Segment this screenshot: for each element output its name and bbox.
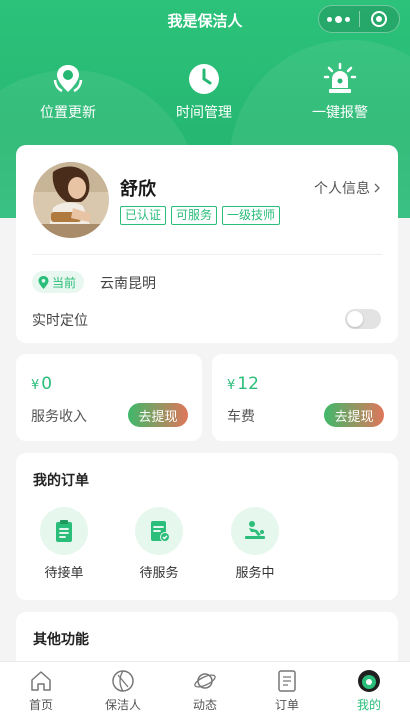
more-dots-icon [327,15,351,23]
my-orders-title: 我的订单 [33,473,89,489]
location-pin-icon [38,275,49,289]
service-income-value: 0 [41,374,53,394]
order-in-service[interactable]: 服务中 [215,507,295,581]
order-pending-service[interactable]: 待服务 [119,507,199,581]
service-withdraw-button[interactable]: 去提现 [128,403,188,427]
more-button[interactable] [319,6,359,32]
location-update-button[interactable]: 位置更新 [0,62,136,122]
planet-icon [194,673,216,689]
clipboard-icon [56,520,72,542]
tab-feed-label: 动态 [192,698,217,712]
tab-mine-label: 我的 [356,698,381,712]
realtime-location-label: 实时定位 [32,313,88,329]
emergency-alarm-button[interactable]: 一键报警 [272,62,408,122]
service-income-label: 服务收入 [31,409,87,425]
emergency-alarm-label: 一键报警 [312,105,368,121]
tab-orders[interactable]: 订单 [246,662,328,713]
fare-amount: ¥12 [227,374,259,394]
chevron-right-icon [374,183,380,193]
document-check-icon [151,521,170,542]
alarm-icon [323,62,357,93]
tab-orders-label: 订单 [274,698,299,712]
badge-list: 已认证 可服务 一级技师 [120,206,281,225]
service-income-amount: ¥0 [31,374,52,394]
tab-feed[interactable]: 动态 [164,662,246,713]
order-in-service-label: 服务中 [235,566,275,581]
order-pending-accept[interactable]: 待接单 [24,507,104,581]
fare-withdraw-button[interactable]: 去提现 [324,403,384,427]
order-pending-service-label: 待服务 [139,566,179,581]
fare-label: 车费 [227,409,255,425]
tab-home-label: 首页 [28,698,53,712]
profile-card: 舒欣 已认证 可服务 一级技师 个人信息 当前 云南昆明 实时定位 [16,145,398,343]
title-bar: 我是保洁人 [0,0,410,40]
current-tag-label: 当前 [52,275,77,290]
massage-icon [245,521,265,539]
clock-icon [189,64,219,94]
bottom-tab-bar: 首页 保洁人 动态 订单 我的 [0,661,410,713]
other-functions-title: 其他功能 [33,632,89,648]
worker-icon [112,670,134,692]
badge-level: 一级技师 [222,206,281,225]
location-refresh-icon [53,65,83,93]
tab-home[interactable]: 首页 [0,662,82,713]
home-icon [31,671,51,691]
tab-worker[interactable]: 保洁人 [82,662,164,713]
tab-mine[interactable]: 我的 [328,662,410,713]
badge-verified: 已认证 [120,206,167,225]
close-miniprogram-button[interactable] [360,6,400,32]
realtime-location-toggle[interactable] [345,309,381,329]
fare-value: 12 [237,374,259,394]
mini-program-capsule [318,5,400,33]
order-icon [278,670,296,692]
time-management-label: 时间管理 [176,105,232,121]
currency-symbol: ¥ [31,378,40,393]
toggle-knob [347,311,363,327]
order-pending-accept-label: 待接单 [44,566,84,581]
personal-info-link[interactable]: 个人信息 [314,178,382,198]
divider [32,254,382,255]
time-management-button[interactable]: 时间管理 [136,62,272,122]
avatar-photo [33,162,109,238]
quick-actions: 位置更新 时间管理 一键报警 [0,62,410,122]
current-location: 云南昆明 [100,276,156,292]
target-icon [371,11,388,27]
my-orders-card: 我的订单 待接单 待服务 服务中 [16,453,398,600]
service-income-card: ¥0 服务收入 去提现 [16,354,202,441]
profile-icon [358,670,380,692]
avatar[interactable] [33,162,109,238]
user-name: 舒欣 [120,179,156,200]
current-location-tag: 当前 [32,271,85,293]
currency-symbol: ¥ [227,378,236,393]
tab-worker-label: 保洁人 [104,698,141,712]
fare-card: ¥12 车费 去提现 [212,354,398,441]
personal-info-label: 个人信息 [314,181,370,197]
location-update-label: 位置更新 [40,105,96,121]
badge-available: 可服务 [171,206,218,225]
